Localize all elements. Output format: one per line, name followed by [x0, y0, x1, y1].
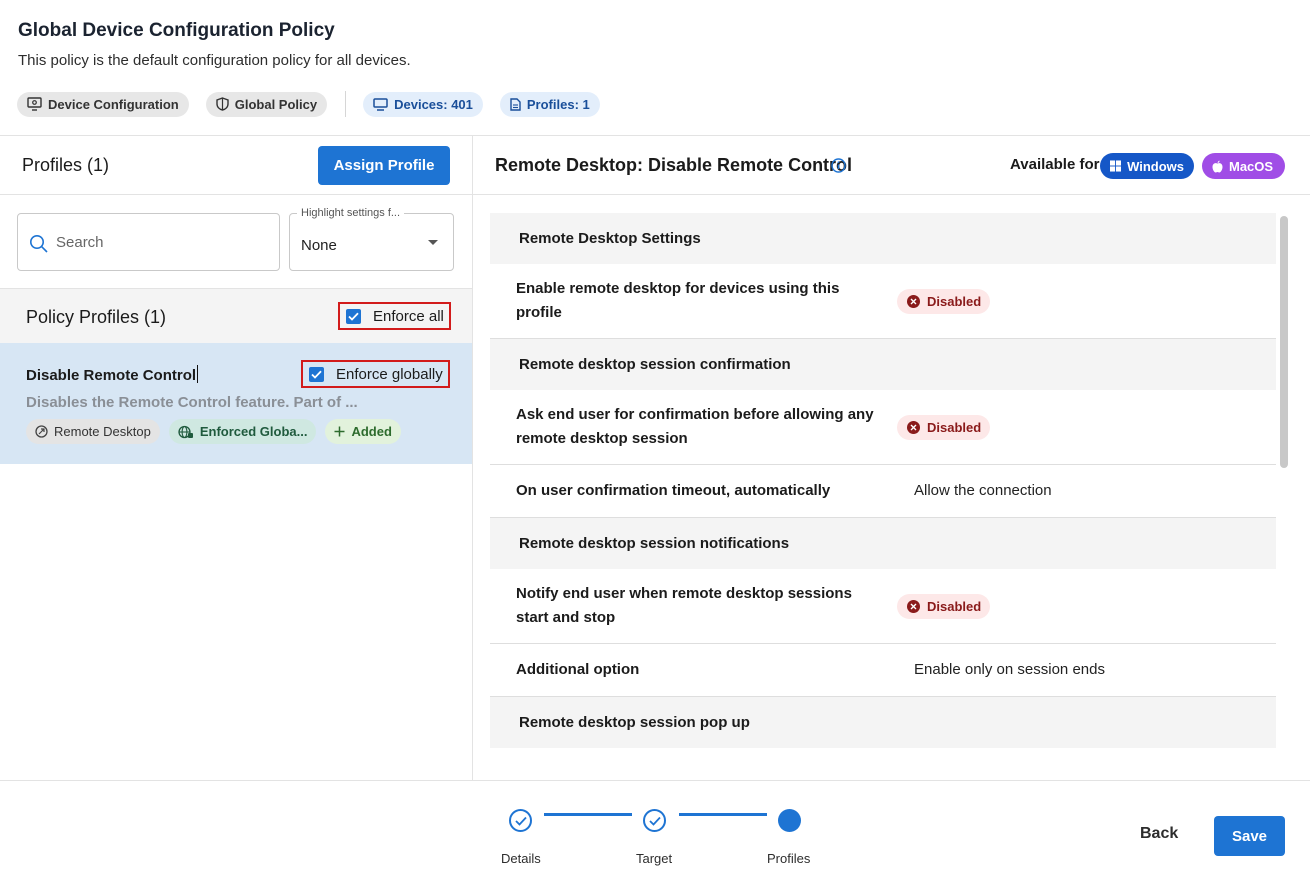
profiles-count-chip[interactable]: Profiles: 1 — [499, 91, 600, 117]
dropdown-arrow-icon — [428, 240, 438, 245]
step-details-check-icon[interactable] — [509, 809, 532, 832]
settings-scrollbar[interactable] — [1280, 216, 1288, 468]
setting-label: Notify end user when remote desktop sess… — [516, 585, 852, 626]
setting-value: Allow the connection — [914, 482, 1052, 499]
policy-profiles-title: Policy Profiles (1) — [26, 307, 167, 327]
profiles-count-label: Profiles: 1 — [526, 96, 590, 112]
step-profiles-current-icon[interactable] — [778, 809, 801, 832]
page-title: Global Device Configuration Policy — [18, 20, 335, 41]
monitor-settings-icon — [27, 97, 42, 111]
profile-description: Disables the Remote Control feature. Par… — [26, 394, 358, 411]
step-profiles-label: Profiles — [767, 851, 811, 866]
disabled-status-label: Disabled — [927, 294, 982, 309]
profile-tags: Remote Desktop Enforced Globa... Added — [26, 419, 410, 444]
disabled-status-badge: Disabled — [897, 594, 991, 619]
remote-desktop-tag-label: Remote Desktop — [54, 424, 151, 439]
document-icon — [510, 97, 521, 111]
page-header: Global Device Configuration Policy This … — [0, 0, 1310, 136]
added-tag-label: Added — [351, 424, 392, 439]
search-icon — [30, 235, 48, 253]
setting-row: Additional option Enable only on session… — [490, 644, 1276, 697]
remote-desktop-tag: Remote Desktop — [26, 419, 160, 444]
added-tag: Added — [325, 419, 401, 444]
highlight-settings-label: Highlight settings f... — [297, 207, 405, 219]
step-details-label: Details — [501, 851, 541, 866]
info-icon[interactable] — [831, 158, 846, 173]
profiles-title: Profiles (1) — [22, 155, 110, 175]
setting-label: Enable remote desktop for devices using … — [516, 280, 840, 321]
device-configuration-label: Device Configuration — [48, 96, 179, 112]
setting-row: Notify end user when remote desktop sess… — [490, 569, 1276, 644]
enforced-globally-tag: Enforced Globa... — [168, 419, 317, 444]
devices-count-label: Devices: 401 — [394, 96, 473, 112]
available-for-label: Available for — [1010, 156, 1100, 173]
close-circle-icon — [907, 295, 920, 308]
plus-icon — [334, 426, 345, 437]
save-button[interactable]: Save — [1214, 816, 1285, 856]
settings-list: Remote Desktop Settings Enable remote de… — [490, 213, 1276, 750]
macos-label: MacOS — [1229, 158, 1274, 174]
remote-desktop-icon — [35, 425, 48, 438]
step-connector — [544, 813, 632, 816]
step-target-label: Target — [636, 851, 673, 866]
profiles-panel: Profiles (1) Assign Profile Highlight se… — [0, 136, 473, 781]
profile-detail-header: Remote Desktop: Disable Remote Control A… — [473, 136, 1310, 195]
step-connector — [679, 813, 767, 816]
assign-profile-button[interactable]: Assign Profile — [318, 146, 450, 185]
disabled-status-badge: Disabled — [897, 415, 991, 440]
macos-badge: MacOS — [1202, 153, 1285, 179]
setting-row: Enable remote desktop for devices using … — [490, 264, 1276, 339]
setting-label: On user confirmation timeout, automatica… — [516, 482, 831, 499]
disabled-status-label: Disabled — [927, 420, 982, 435]
profile-detail-title: Remote Desktop: Disable Remote Control — [495, 155, 853, 175]
checkbox-checked-icon — [346, 308, 361, 324]
shield-icon — [216, 97, 229, 111]
enforce-globally-checkbox[interactable]: Enforce globally — [301, 360, 450, 388]
enforce-all-checkbox[interactable]: Enforce all — [338, 302, 451, 330]
setting-label: Additional option — [516, 661, 640, 678]
windows-icon — [1110, 160, 1122, 172]
monitor-icon — [373, 97, 388, 111]
disabled-status-label: Disabled — [927, 599, 982, 614]
settings-section-header: Remote Desktop Settings — [490, 213, 1276, 264]
global-policy-label: Global Policy — [234, 96, 318, 112]
disabled-status-badge: Disabled — [897, 289, 991, 314]
globe-lock-icon — [178, 425, 193, 438]
enforced-globally-tag-label: Enforced Globa... — [199, 424, 308, 439]
enforce-globally-label: Enforce globally — [336, 365, 443, 383]
devices-count-chip[interactable]: Devices: 401 — [363, 91, 483, 117]
settings-section-header: Remote desktop session pop up — [490, 697, 1276, 748]
chip-divider — [345, 91, 347, 117]
setting-value: Enable only on session ends — [914, 661, 1105, 678]
wizard-footer: Details Target Profiles Back Save — [0, 780, 1310, 889]
highlight-settings-value: None — [301, 237, 337, 254]
policy-profiles-header: Policy Profiles (1) Enforce all — [0, 288, 472, 343]
global-policy-chip: Global Policy — [205, 91, 328, 117]
setting-row: Ask end user for confirmation before all… — [490, 390, 1276, 465]
back-button[interactable]: Back — [1140, 825, 1178, 843]
policy-chips: Device Configuration Global Policy Devic… — [17, 91, 617, 117]
profile-name: Disable Remote Control — [26, 365, 199, 384]
windows-label: Windows — [1127, 158, 1184, 174]
profiles-header: Profiles (1) Assign Profile — [0, 136, 472, 195]
step-target-check-icon[interactable] — [643, 809, 666, 832]
checkbox-checked-icon — [309, 366, 324, 382]
device-configuration-chip: Device Configuration — [17, 91, 189, 117]
text-cursor — [197, 365, 199, 383]
page-subtitle: This policy is the default configuration… — [18, 52, 411, 69]
close-circle-icon — [907, 600, 920, 613]
settings-section-header: Remote desktop session confirmation — [490, 339, 1276, 390]
profile-card[interactable]: Disable Remote Control Enforce globally … — [0, 343, 472, 464]
search-input[interactable] — [56, 230, 266, 254]
close-circle-icon — [907, 421, 920, 434]
highlight-settings-select[interactable]: Highlight settings f... None — [289, 207, 454, 271]
settings-section-header: Remote desktop session notifications — [490, 518, 1276, 569]
enforce-all-label: Enforce all — [373, 307, 444, 325]
apple-icon — [1212, 160, 1223, 172]
setting-label: Ask end user for confirmation before all… — [516, 406, 874, 447]
search-field[interactable] — [17, 213, 280, 271]
setting-row: On user confirmation timeout, automatica… — [490, 465, 1276, 518]
windows-badge: Windows — [1100, 153, 1194, 179]
